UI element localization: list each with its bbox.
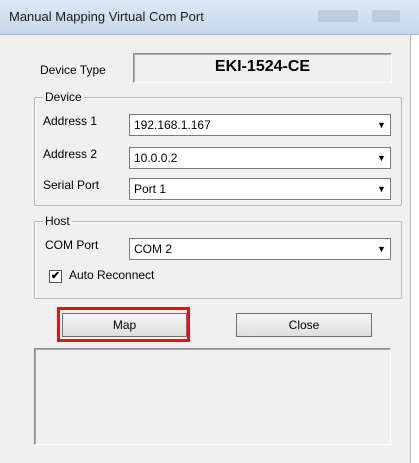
host-group-legend: Host bbox=[43, 214, 72, 228]
map-button-highlight bbox=[57, 307, 190, 342]
serial-port-select[interactable]: Port 1 ▼ bbox=[129, 178, 391, 200]
device-group-legend: Device bbox=[43, 90, 84, 104]
auto-reconnect-label: Auto Reconnect bbox=[69, 268, 155, 282]
address1-value: 192.168.1.167 bbox=[134, 118, 211, 132]
device-type-display: EKI-1524-CE bbox=[133, 53, 392, 83]
window-title: Manual Mapping Virtual Com Port bbox=[9, 9, 204, 24]
device-type-value: EKI-1524-CE bbox=[214, 58, 311, 75]
title-bar[interactable]: Manual Mapping Virtual Com Port bbox=[0, 0, 419, 35]
blurred-title-element bbox=[318, 10, 358, 22]
blurred-title-element bbox=[372, 10, 400, 22]
address1-select[interactable]: 192.168.1.167 ▼ bbox=[129, 114, 391, 136]
serial-port-value: Port 1 bbox=[134, 182, 167, 196]
address1-label: Address 1 bbox=[43, 114, 98, 128]
chevron-down-icon[interactable]: ▼ bbox=[373, 179, 390, 199]
com-port-value: COM 2 bbox=[134, 242, 173, 256]
device-group: Device Address 1 192.168.1.167 ▼ Address… bbox=[34, 90, 402, 206]
device-type-label: Device Type bbox=[40, 63, 106, 77]
chevron-down-icon[interactable]: ▼ bbox=[373, 115, 390, 135]
status-output-area bbox=[34, 348, 391, 445]
serial-port-label: Serial Port bbox=[43, 178, 100, 192]
auto-reconnect-checkbox[interactable]: ✔ bbox=[49, 270, 62, 283]
address2-label: Address 2 bbox=[43, 147, 98, 161]
chevron-down-icon[interactable]: ▼ bbox=[373, 239, 390, 259]
close-button[interactable]: Close bbox=[236, 313, 372, 337]
address2-value: 10.0.0.2 bbox=[134, 151, 178, 165]
chevron-down-icon[interactable]: ▼ bbox=[373, 148, 390, 168]
address2-select[interactable]: 10.0.0.2 ▼ bbox=[129, 147, 391, 169]
com-port-select[interactable]: COM 2 ▼ bbox=[129, 238, 391, 260]
checkmark-icon: ✔ bbox=[50, 270, 61, 282]
host-group: Host COM Port COM 2 ▼ ✔ Auto Reconnect bbox=[34, 214, 402, 299]
com-port-label: COM Port bbox=[45, 238, 99, 252]
dialog-client-area: Device Type EKI-1524-CE Device Address 1… bbox=[0, 35, 411, 463]
